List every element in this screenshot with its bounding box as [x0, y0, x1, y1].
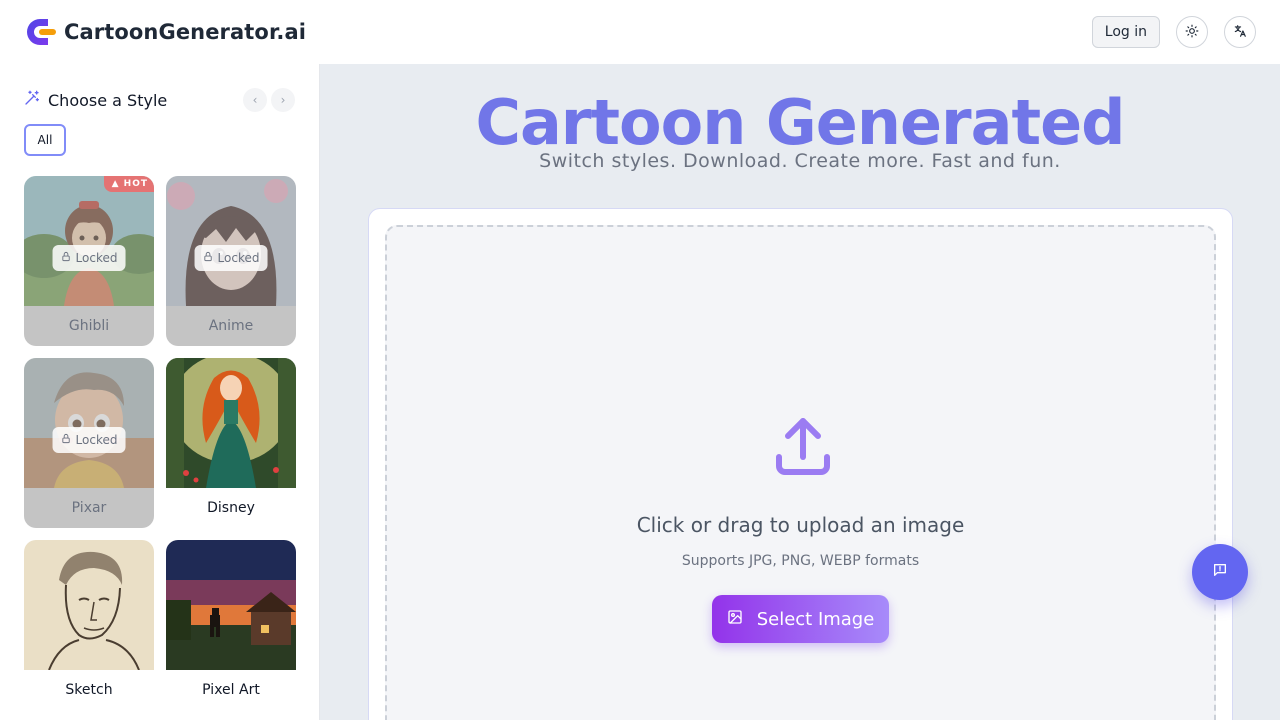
hot-badge: ▲ HOT [103, 176, 154, 192]
chevron-left-icon: ‹ [252, 93, 258, 107]
style-card-pixel-art[interactable]: Pixel Art [166, 540, 296, 710]
lock-icon [61, 251, 72, 265]
select-image-label: Select Image [756, 608, 875, 630]
style-label: Pixel Art [202, 682, 260, 698]
style-card-anime[interactable]: Locked Anime [166, 176, 296, 346]
brand-name: CartoonGenerator.ai [64, 20, 307, 44]
style-card-sketch[interactable]: Sketch [24, 540, 154, 710]
upload-dropzone[interactable]: Click or drag to upload an image Support… [385, 225, 1216, 720]
sidebar-title-text: Choose a Style [48, 90, 168, 110]
theme-toggle-button[interactable] [1176, 16, 1208, 48]
upload-card: Click or drag to upload an image Support… [368, 208, 1233, 720]
header-actions: Log in [1091, 16, 1256, 48]
style-label: Pixar [24, 488, 154, 528]
style-card-pixar[interactable]: Locked Pixar [24, 358, 154, 528]
main-content: Cartoon Generated Switch styles. Downloa… [320, 64, 1280, 720]
locked-badge: Locked [52, 427, 126, 453]
style-label: Disney [207, 500, 255, 516]
brand[interactable]: CartoonGenerator.ai [24, 16, 306, 48]
chevron-right-icon: › [280, 93, 286, 107]
upload-prompt: Click or drag to upload an image [636, 513, 965, 537]
locked-label: Locked [217, 251, 260, 265]
translate-icon [1233, 23, 1247, 42]
style-label: Anime [166, 306, 296, 346]
locked-label: Locked [75, 433, 118, 447]
style-grid: ▲ HOT Locked Ghibli Locked Anime Locked … [24, 176, 296, 710]
upload-formats: Supports JPG, PNG, WEBP formats [681, 553, 920, 569]
next-style-button[interactable]: › [271, 88, 295, 112]
style-card-ghibli[interactable]: ▲ HOT Locked Ghibli [24, 176, 154, 346]
style-card-disney[interactable]: Disney [166, 358, 296, 528]
feedback-icon [1212, 562, 1228, 582]
upload-icon [767, 412, 839, 488]
style-thumbnail-pixar [24, 358, 154, 488]
locked-badge: Locked [194, 245, 268, 271]
lock-icon [61, 433, 72, 447]
page-title: Cartoon Generated [475, 86, 1125, 159]
top-header: CartoonGenerator.ai Log in [0, 0, 1280, 64]
language-button[interactable] [1224, 16, 1256, 48]
feedback-button[interactable] [1192, 544, 1248, 600]
style-label: Sketch [65, 682, 113, 698]
sun-icon [1185, 23, 1199, 42]
style-label: Ghibli [24, 306, 154, 346]
locked-badge: Locked [52, 245, 126, 271]
style-nav-arrows: ‹ › [243, 88, 295, 112]
prev-style-button[interactable]: ‹ [243, 88, 267, 112]
image-add-icon [727, 609, 743, 630]
style-thumbnail-anime [166, 176, 296, 306]
brand-logo-icon [24, 16, 56, 48]
magic-wand-icon [24, 90, 40, 110]
style-thumbnail-pixel-art [166, 540, 296, 670]
sidebar-header: Choose a Style ‹ › [24, 88, 295, 112]
style-thumbnail-sketch [24, 540, 154, 670]
filter-all-button[interactable]: All [24, 124, 66, 156]
hot-badge-text: HOT [123, 179, 148, 189]
style-sidebar: Choose a Style ‹ › All ▲ HOT Locked Ghib… [0, 64, 320, 720]
login-button[interactable]: Log in [1091, 16, 1160, 48]
page-subtitle: Switch styles. Download. Create more. Fa… [539, 150, 1061, 172]
lock-icon [203, 251, 214, 265]
style-thumbnail-ghibli [24, 176, 154, 306]
style-thumbnail-disney [166, 358, 296, 488]
select-image-button[interactable]: Select Image [712, 595, 889, 643]
sidebar-title: Choose a Style [24, 90, 167, 110]
locked-label: Locked [75, 251, 118, 265]
